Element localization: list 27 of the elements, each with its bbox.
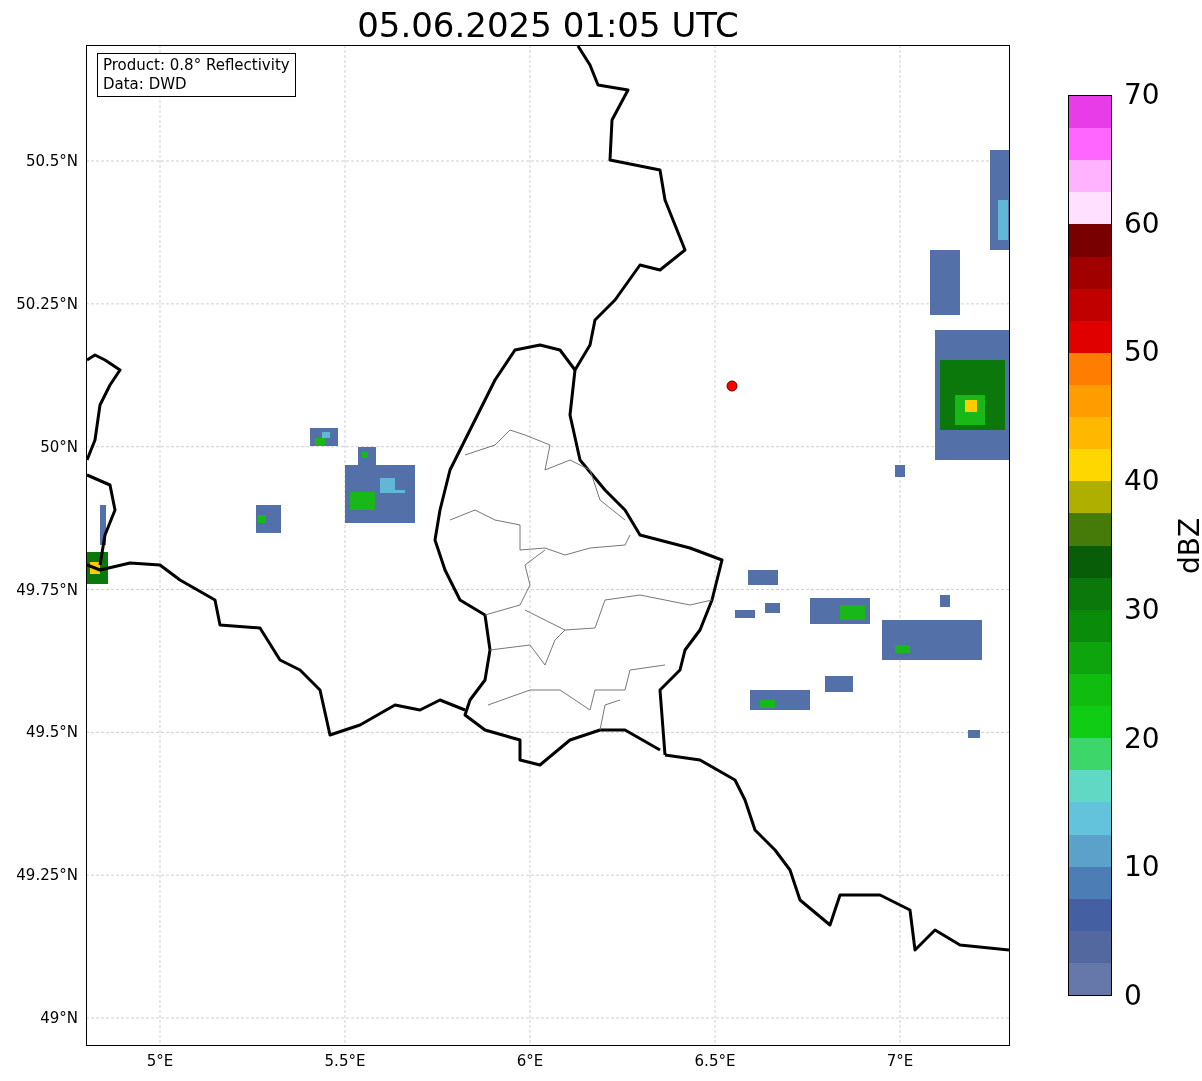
colorbar-tick-label: 30 (1124, 593, 1160, 626)
colorbar-tick-label: 40 (1124, 465, 1160, 498)
location-marker (726, 380, 738, 392)
longitude-label: 6.5°E (693, 1052, 737, 1070)
legend-text: Data: DWD (103, 75, 188, 94)
radar-echo (310, 428, 338, 446)
longitude-label: 5°E (145, 1052, 175, 1070)
chart-title: 05.06.2025 01:05 UTC (356, 4, 740, 46)
latitude-label: 50.5°N (24, 152, 78, 170)
latitude-label: 49°N (39, 1009, 78, 1027)
longitude-label: 6°E (515, 1052, 545, 1070)
latitude-label: 49.75°N (15, 580, 78, 599)
colorbar-tick-label: 50 (1124, 336, 1160, 369)
colorbar-tick-label: 10 (1124, 851, 1160, 884)
legend-text: Product: 0.8° Reflectivity (103, 56, 290, 75)
radar-echo (256, 505, 281, 533)
latitude-label: 50°N (39, 437, 78, 456)
longitude-label: 7°E (885, 1052, 915, 1070)
colorbar-tick-label: 60 (1124, 207, 1160, 240)
colorbar-tick-label: 0 (1124, 980, 1142, 1012)
colorbar-label: dBZ (1174, 516, 1202, 577)
longitude-label: 5.5°E (323, 1052, 367, 1070)
latitude-label: 49.5°N (24, 723, 78, 742)
latitude-label: 50.25°N (15, 294, 78, 313)
latitude-label: 49.25°N (15, 866, 78, 885)
colorbar-tick-label: 70 (1124, 79, 1160, 111)
colorbar-tick-label: 20 (1124, 722, 1160, 755)
